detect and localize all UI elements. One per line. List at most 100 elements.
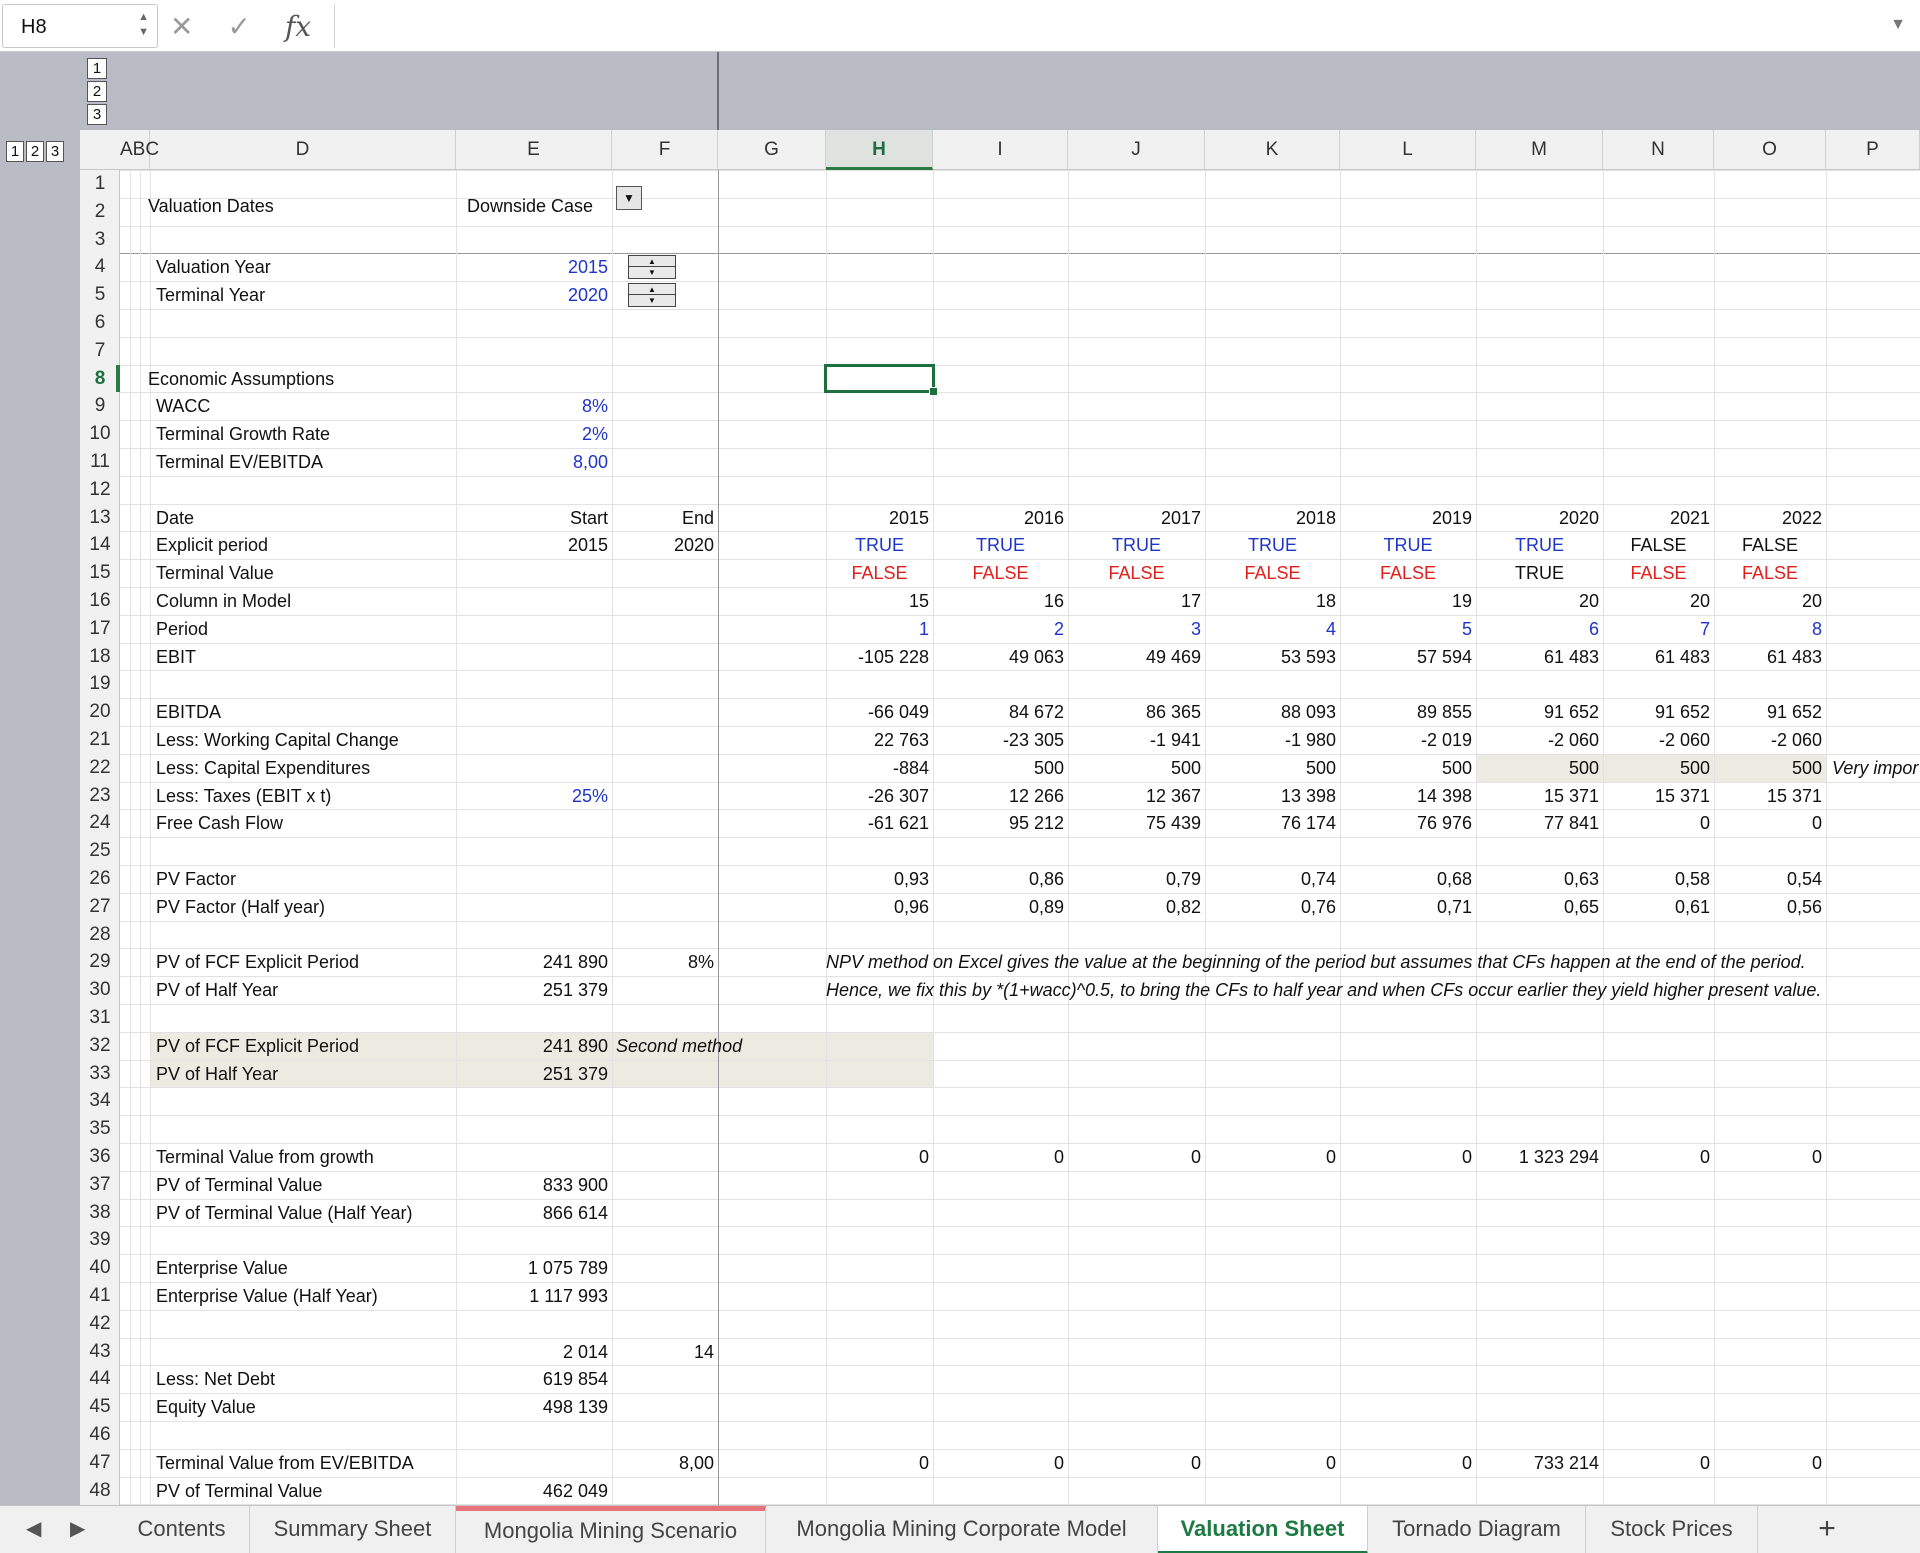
- cell-i14[interactable]: TRUE: [933, 532, 1068, 558]
- next-sheet-icon[interactable]: ▶: [70, 1516, 85, 1541]
- cell-m23[interactable]: 15 371: [1476, 783, 1599, 809]
- cell-j36[interactable]: 0: [1068, 1144, 1201, 1170]
- cell-o13[interactable]: 2022: [1714, 505, 1822, 531]
- cell-m17[interactable]: 6: [1476, 616, 1599, 642]
- tab-contents[interactable]: Contents: [114, 1506, 250, 1553]
- cell-n47[interactable]: 0: [1603, 1450, 1710, 1476]
- column-header-o[interactable]: O: [1714, 130, 1826, 170]
- cell-h14[interactable]: TRUE: [826, 532, 933, 558]
- cell-h36[interactable]: 0: [826, 1144, 929, 1170]
- expand-formula-bar-icon[interactable]: ▼: [1890, 16, 1906, 34]
- cell-d36[interactable]: Terminal Value from growth: [156, 1144, 454, 1170]
- row-header-41[interactable]: 41: [80, 1285, 120, 1313]
- row-header-35[interactable]: 35: [80, 1118, 120, 1146]
- cell-d29[interactable]: PV of FCF Explicit Period: [156, 949, 454, 975]
- cell-k17[interactable]: 4: [1205, 616, 1336, 642]
- cell-l20[interactable]: 89 855: [1340, 699, 1472, 725]
- cell-e30[interactable]: 251 379: [456, 977, 608, 1003]
- tab-valuation-sheet[interactable]: Valuation Sheet: [1158, 1506, 1368, 1553]
- tab-mongolia-mining-scenario[interactable]: Mongolia Mining Scenario: [456, 1506, 766, 1553]
- row-header-34[interactable]: 34: [80, 1090, 120, 1118]
- row-header-44[interactable]: 44: [80, 1368, 120, 1396]
- cell-k16[interactable]: 18: [1205, 588, 1336, 614]
- increment-icon[interactable]: ▲: [629, 256, 675, 268]
- column-level-button[interactable]: 3: [46, 141, 64, 162]
- cell-m26[interactable]: 0,63: [1476, 866, 1599, 892]
- cell-m15[interactable]: TRUE: [1476, 560, 1603, 586]
- cell-d17[interactable]: Period: [156, 616, 454, 642]
- cell-e32[interactable]: 241 890: [456, 1033, 608, 1059]
- tab-summary-sheet[interactable]: Summary Sheet: [250, 1506, 456, 1553]
- cell-h26[interactable]: 0,93: [826, 866, 929, 892]
- row-header-27[interactable]: 27: [80, 896, 120, 924]
- cell-d30[interactable]: PV of Half Year: [156, 977, 454, 1003]
- cell-e40[interactable]: 1 075 789: [456, 1255, 608, 1281]
- cell-h17[interactable]: 1: [826, 616, 929, 642]
- cell-e38[interactable]: 866 614: [456, 1200, 608, 1226]
- cell-e33[interactable]: 251 379: [456, 1061, 608, 1087]
- cell-p22[interactable]: Very impor: [1832, 755, 1920, 781]
- row-header-5[interactable]: 5: [80, 284, 120, 312]
- row-header-9[interactable]: 9: [80, 395, 120, 423]
- row-header-40[interactable]: 40: [80, 1257, 120, 1285]
- cell-j24[interactable]: 75 439: [1068, 810, 1201, 836]
- cell-d45[interactable]: Equity Value: [156, 1394, 454, 1420]
- cell-o47[interactable]: 0: [1714, 1450, 1822, 1476]
- cell-l18[interactable]: 57 594: [1340, 644, 1472, 670]
- cell-i13[interactable]: 2016: [933, 505, 1064, 531]
- cell-d26[interactable]: PV Factor: [156, 866, 454, 892]
- cell-o16[interactable]: 20: [1714, 588, 1822, 614]
- cell-o23[interactable]: 15 371: [1714, 783, 1822, 809]
- cell-d24[interactable]: Free Cash Flow: [156, 810, 454, 836]
- row-level-button[interactable]: 3: [87, 104, 107, 125]
- cell-m47[interactable]: 733 214: [1476, 1450, 1599, 1476]
- cell-l14[interactable]: TRUE: [1340, 532, 1476, 558]
- row-header-25[interactable]: 25: [80, 840, 120, 868]
- cell-h13[interactable]: 2015: [826, 505, 929, 531]
- cell-j22[interactable]: 500: [1068, 755, 1201, 781]
- cell-o21[interactable]: -2 060: [1714, 727, 1822, 753]
- cell-n20[interactable]: 91 652: [1603, 699, 1710, 725]
- row-header-2[interactable]: 2: [80, 201, 120, 229]
- row-header-11[interactable]: 11: [80, 451, 120, 479]
- row-header-32[interactable]: 32: [80, 1035, 120, 1063]
- cell-d22[interactable]: Less: Capital Expenditures: [156, 755, 454, 781]
- column-header-n[interactable]: N: [1603, 130, 1714, 170]
- cell-h24[interactable]: -61 621: [826, 810, 929, 836]
- row-header-46[interactable]: 46: [80, 1424, 120, 1452]
- cell-l21[interactable]: -2 019: [1340, 727, 1472, 753]
- cell-n24[interactable]: 0: [1603, 810, 1710, 836]
- cell-m14[interactable]: TRUE: [1476, 532, 1603, 558]
- row-header-39[interactable]: 39: [80, 1229, 120, 1257]
- cell-k13[interactable]: 2018: [1205, 505, 1336, 531]
- row-header-22[interactable]: 22: [80, 757, 120, 785]
- cell-i26[interactable]: 0,86: [933, 866, 1064, 892]
- cell-o18[interactable]: 61 483: [1714, 644, 1822, 670]
- cancel-icon[interactable]: ✕: [170, 10, 193, 43]
- cell-l27[interactable]: 0,71: [1340, 894, 1472, 920]
- row-header-38[interactable]: 38: [80, 1202, 120, 1230]
- cell-j21[interactable]: -1 941: [1068, 727, 1201, 753]
- column-header-k[interactable]: K: [1205, 130, 1340, 170]
- cell-o26[interactable]: 0,54: [1714, 866, 1822, 892]
- cell-e11[interactable]: 8,00: [456, 449, 608, 475]
- cell-l47[interactable]: 0: [1340, 1450, 1472, 1476]
- cell-f43[interactable]: 14: [612, 1339, 714, 1365]
- cell-j26[interactable]: 0,79: [1068, 866, 1201, 892]
- cell-j47[interactable]: 0: [1068, 1450, 1201, 1476]
- cell-d27[interactable]: PV Factor (Half year): [156, 894, 454, 920]
- cell-h29[interactable]: NPV method on Excel gives the value at t…: [826, 949, 1916, 975]
- cell-e10[interactable]: 2%: [456, 421, 608, 447]
- column-header-i[interactable]: I: [933, 130, 1068, 170]
- cell-e13[interactable]: Start: [456, 505, 608, 531]
- cell-e44[interactable]: 619 854: [456, 1366, 608, 1392]
- column-header-g[interactable]: G: [718, 130, 826, 170]
- cell-h16[interactable]: 15: [826, 588, 929, 614]
- cell-h22[interactable]: -884: [826, 755, 929, 781]
- cell-o15[interactable]: FALSE: [1714, 560, 1826, 586]
- increment-icon[interactable]: ▲: [629, 284, 675, 296]
- cell-h15[interactable]: FALSE: [826, 560, 933, 586]
- cell-i36[interactable]: 0: [933, 1144, 1064, 1170]
- row-header-19[interactable]: 19: [80, 673, 120, 701]
- row-header-33[interactable]: 33: [80, 1063, 120, 1091]
